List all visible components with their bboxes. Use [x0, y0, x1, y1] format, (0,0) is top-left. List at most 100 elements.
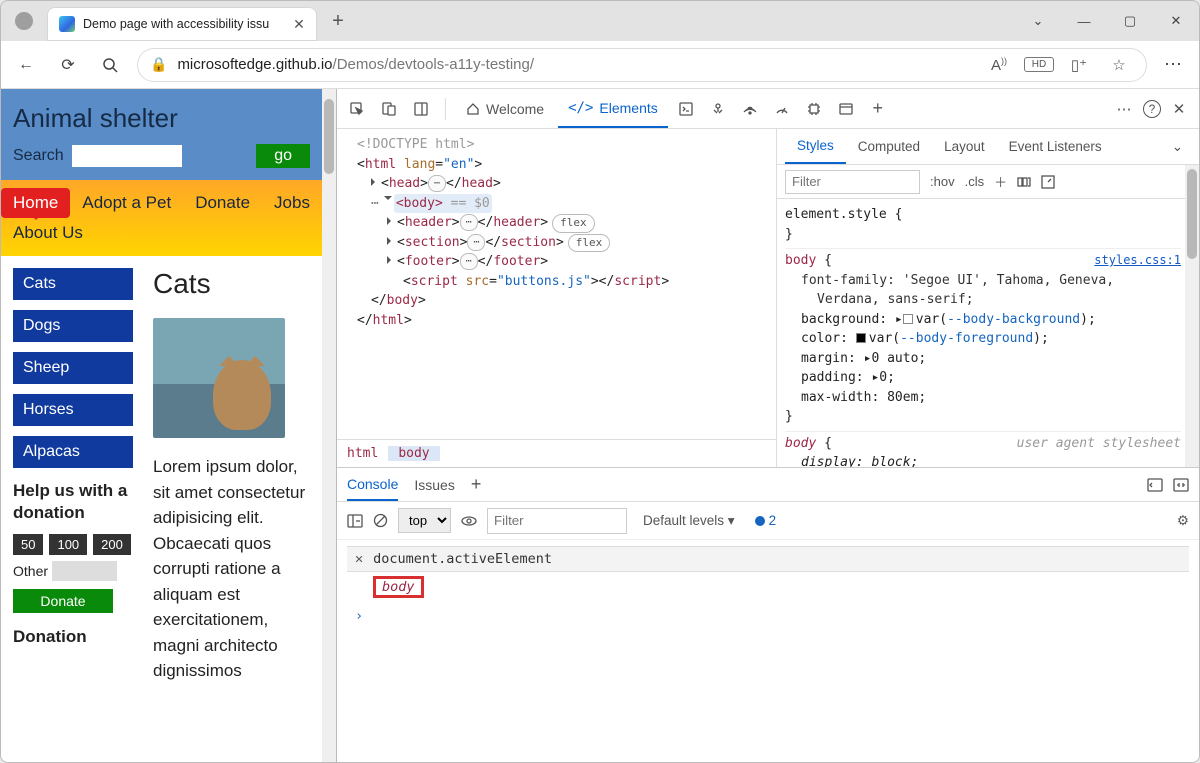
sources-icon[interactable]: [704, 95, 732, 123]
crumb-body[interactable]: body: [388, 446, 439, 461]
console-settings-icon[interactable]: ⚙: [1177, 513, 1189, 529]
console-tab-icon[interactable]: [672, 95, 700, 123]
performance-icon[interactable]: [768, 95, 796, 123]
window-minimize-button[interactable]: —: [1061, 1, 1107, 41]
memory-icon[interactable]: [800, 95, 828, 123]
live-expression-icon[interactable]: [461, 515, 477, 527]
sidebar-item-cats[interactable]: Cats: [13, 268, 133, 300]
drawer-tab-issues[interactable]: Issues: [414, 468, 454, 502]
more-tabs-icon[interactable]: +: [864, 95, 892, 123]
console-body[interactable]: ✕ document.activeElement body ›: [337, 540, 1199, 762]
favorite-icon[interactable]: ☆: [1104, 56, 1134, 74]
search-icon[interactable]: [95, 50, 125, 80]
help-icon[interactable]: ?: [1143, 100, 1161, 118]
tab-close-icon[interactable]: ✕: [291, 16, 307, 33]
donation-heading: Donation: [13, 627, 133, 647]
styles-tab-styles[interactable]: Styles: [785, 129, 846, 164]
styles-tab-layout[interactable]: Layout: [932, 129, 997, 165]
profile-icon[interactable]: [15, 12, 33, 30]
sidebar-item-dogs[interactable]: Dogs: [13, 310, 133, 342]
drawer-tab-console[interactable]: Console: [347, 468, 398, 501]
site-title: Animal shelter: [13, 103, 310, 134]
amount-200[interactable]: 200: [93, 534, 131, 555]
url-text: microsoftedge.github.io/Demos/devtools-a…: [177, 56, 974, 73]
new-rule-icon[interactable]: ＋: [994, 172, 1007, 191]
tab-title: Demo page with accessibility issu: [83, 17, 283, 31]
console-prompt-icon[interactable]: ›: [347, 602, 1189, 630]
page-sidebar: Cats Dogs Sheep Horses Alpacas Help us w…: [13, 268, 133, 684]
device-icon[interactable]: [375, 95, 403, 123]
back-button[interactable]: ←: [11, 50, 41, 80]
collections-icon[interactable]: ▯⁺: [1064, 56, 1094, 74]
cls-toggle[interactable]: .cls: [965, 174, 985, 189]
other-amount-input[interactable]: [52, 561, 117, 581]
log-levels-selector[interactable]: Default levels ▾: [643, 513, 735, 529]
source-link[interactable]: styles.css:1: [1094, 251, 1181, 269]
styles-tab-events[interactable]: Event Listeners: [997, 129, 1114, 165]
nav-donate[interactable]: Donate: [183, 188, 262, 218]
live-expression-row: ✕ document.activeElement: [347, 546, 1189, 572]
amount-100[interactable]: 100: [49, 534, 87, 555]
panel-icon[interactable]: [407, 95, 435, 123]
expression-close-icon[interactable]: ✕: [355, 551, 363, 567]
expression-text[interactable]: document.activeElement: [373, 551, 552, 567]
window-close-button[interactable]: ✕: [1153, 1, 1199, 41]
issue-dot-icon: [755, 516, 765, 526]
window-maximize-button[interactable]: ▢: [1107, 1, 1153, 41]
refresh-button[interactable]: ⟳: [53, 50, 83, 80]
amount-50[interactable]: 50: [13, 534, 43, 555]
context-selector[interactable]: top: [398, 508, 451, 533]
devtools-menu-icon[interactable]: ⋯: [1111, 95, 1139, 123]
dom-tree[interactable]: <!DOCTYPE html> <html lang="en"> <head>⋯…: [337, 129, 776, 439]
box-editor-icon[interactable]: [1041, 175, 1055, 189]
network-icon[interactable]: [736, 95, 764, 123]
drawer-dock-icon[interactable]: [1147, 468, 1163, 502]
sidebar-item-alpacas[interactable]: Alpacas: [13, 436, 133, 468]
crumb-html[interactable]: html: [337, 446, 388, 461]
sidebar-item-sheep[interactable]: Sheep: [13, 352, 133, 384]
nav-about[interactable]: About Us: [1, 218, 95, 248]
tab-welcome[interactable]: Welcome: [456, 89, 554, 129]
flex-editor-icon[interactable]: [1017, 175, 1031, 189]
browser-menu-button[interactable]: ⋯: [1159, 50, 1189, 80]
application-icon[interactable]: [832, 95, 860, 123]
donation-amounts: 50 100 200: [13, 534, 133, 555]
console-filter-input[interactable]: [487, 508, 627, 534]
styles-filter-input[interactable]: [785, 170, 920, 194]
styles-rules[interactable]: element.style { } styles.css:1 body { fo…: [777, 199, 1199, 467]
styles-scrollbar[interactable]: [1185, 165, 1199, 467]
hd-icon[interactable]: HD: [1024, 57, 1054, 72]
address-bar[interactable]: 🔒 microsoftedge.github.io/Demos/devtools…: [137, 48, 1147, 82]
hov-toggle[interactable]: :hov: [930, 174, 955, 189]
browser-tab[interactable]: Demo page with accessibility issu ✕: [47, 7, 317, 41]
window-chevron-icon[interactable]: ⌄: [1015, 1, 1061, 41]
read-aloud-icon[interactable]: A)): [984, 56, 1014, 74]
styles-tab-computed[interactable]: Computed: [846, 129, 932, 165]
nav-home[interactable]: Home: [1, 188, 70, 218]
page-scrollbar[interactable]: [322, 89, 336, 762]
ellipsis-icon[interactable]: ⋯: [371, 196, 380, 211]
rendered-page: Animal shelter Search go Home Adopt a Pe…: [1, 89, 337, 762]
search-input[interactable]: [72, 145, 182, 167]
console-sidebar-icon[interactable]: [347, 514, 363, 528]
browser-toolbar: ← ⟳ 🔒 microsoftedge.github.io/Demos/devt…: [1, 41, 1199, 89]
drawer-expand-icon[interactable]: [1173, 468, 1189, 502]
tab-elements[interactable]: </> Elements: [558, 89, 668, 128]
styles-overflow-icon[interactable]: ⌄: [1164, 129, 1191, 165]
go-button[interactable]: go: [256, 144, 310, 168]
devtools-close-icon[interactable]: ✕: [1165, 95, 1193, 123]
sidebar-item-horses[interactable]: Horses: [13, 394, 133, 426]
issues-badge[interactable]: 2: [755, 513, 777, 528]
new-tab-button[interactable]: +: [323, 10, 353, 33]
devtools: Welcome </> Elements + ⋯ ? ✕: [337, 89, 1199, 762]
selected-body-node[interactable]: <body> == $0: [394, 194, 492, 214]
nav-jobs[interactable]: Jobs: [262, 188, 322, 218]
clear-console-icon[interactable]: [373, 513, 388, 528]
nav-adopt[interactable]: Adopt a Pet: [70, 188, 183, 218]
drawer-add-tab-icon[interactable]: +: [471, 468, 482, 502]
search-label: Search: [13, 147, 64, 165]
elements-tree-pane: <!DOCTYPE html> <html lang="en"> <head>⋯…: [337, 129, 777, 467]
inspect-icon[interactable]: [343, 95, 371, 123]
page-main: Cats Lorem ipsum dolor, sit amet consect…: [153, 268, 312, 684]
donate-button[interactable]: Donate: [13, 589, 113, 613]
